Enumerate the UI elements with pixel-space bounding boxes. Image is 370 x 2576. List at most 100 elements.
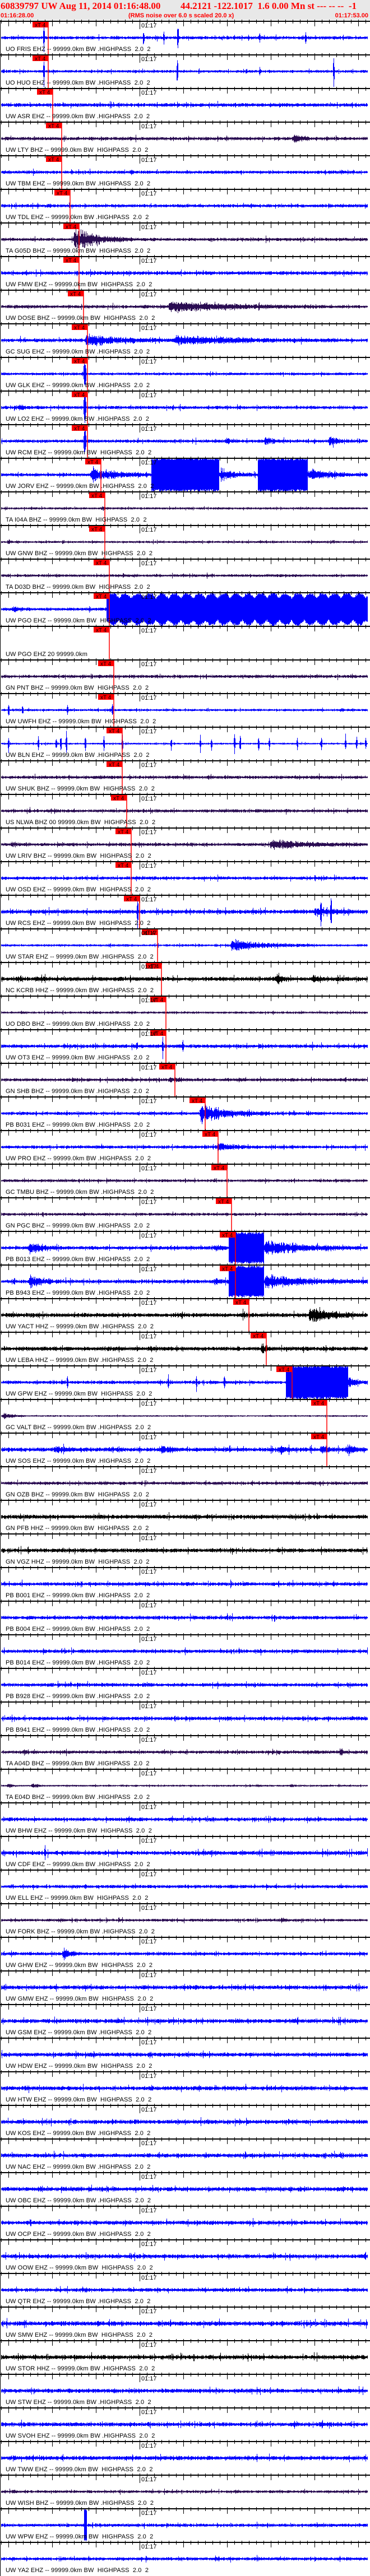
channel-label: TA G05D BHZ -- 99999.0km BW HIGHPASS 2.0… [6,248,151,254]
time-tick-label: 01:17 [141,1703,157,1710]
time-tick-label: 01:17 [141,1938,157,1945]
window-start-time: 01:16:28.00 [1,12,34,19]
waveform [1,1413,368,1419]
trace-row: xT 4 01:17 UO DBO BHZ -- 99999.0km BW .HIG… [0,994,370,1029]
time-tick-label: 01:17 [141,459,157,466]
trace-row: xT 4 01:17 GC VALT BHZ -- 99999.0km BW .HI… [0,1398,370,1433]
phase-pick-label: xT 4 [214,1165,225,1171]
time-tick-label: 01:17 [141,997,157,1004]
trace-row: 01:17 UW ELL EHZ -- 99999.0km BW HIGHPASS… [0,1868,370,1903]
waveform [1,2217,368,2227]
phase-pick-marker[interactable]: xT 4 [94,627,110,659]
trace-row: 01:17 GN PFB HHZ -- 99999.0km BW HIGHPASS… [0,1499,370,1533]
channel-label: US NLWA BHZ 00 99999.0km BW HIGHPASS 2.0… [6,819,156,826]
time-tick-label: 01:17 [141,2140,157,2147]
waveform [1,1647,368,1656]
time-tick-label: 01:17 [141,527,157,533]
waveform [1,2352,368,2362]
trace-row: xT 4 01:17 GC TMBU BHZ -- 99999.0km BW .HI… [0,1163,370,1197]
trace-row: 01:17 UW OCP EHZ -- 99999.0km BW .HIGHPAS… [0,2205,370,2239]
channel-label: TA D03D BHZ -- 99999.0km BW HIGHPASS 2.0… [6,584,150,590]
time-tick-label: 01:17 [141,964,157,970]
waveform [1,2420,368,2429]
waveform [1,1680,368,1689]
trace-row: xT 4 01:17 PB B013 EHZ -- 99999.0km BW .HI… [0,1230,370,1264]
waveform [1,101,368,109]
waveform [1,269,368,277]
event-title: 60839797 UW Aug 11, 2014 01:16:48.00 [1,1,161,11]
channel-label: PB B004 EHZ -- 99999.0km BW .HIGHPASS 2.… [6,1626,150,1633]
trace-row: 01:17 TA E04D BHZ -- 99999.0km BW .HIGHPA… [0,1768,370,1802]
trace-row: xT 4 01:17 UW SHUK BHZ -- 99999.0km BW HIG… [0,759,370,794]
trace-row: 01:17 UW STW EHZ -- 99999.0km BW .HIGHPAS… [0,2373,370,2407]
trace-row: 01:17 UW WPW EHZ -- 99999.0km BW HIGHPASS… [0,2507,370,2542]
phase-pick-label: xT 4 [109,762,120,768]
channel-label: UW LEBA HHZ -- 99999.0km BW .HIGHPASS 2.… [6,1357,154,1364]
trace-row: xT 4 01:17 GC SUG EHZ -- 99999.0km BW .HIG… [0,322,370,357]
time-tick-label: 01:17 [141,762,157,769]
waveform [1,1444,368,1456]
channel-label: UW FMW EHZ -- 99999.0km BW HIGHPASS 2.0 … [6,281,152,288]
time-tick-label: 01:17 [141,2308,157,2315]
waveform [1,1917,368,1924]
channel-label: GC TMBU BHZ -- 99999.0km BW .HIGHPASS 2.… [6,1189,154,1196]
time-tick-label: 01:17 [141,2510,157,2517]
channel-label: UW TDL EHZ -- 99999.0km BW .HIGHPASS 2.0… [6,214,149,221]
channel-label: PB B013 EHZ -- 99999.0km BW .HIGHPASS 2.… [6,1256,150,1263]
channel-label: UW SHUK BHZ -- 99999.0km BW HIGHPASS 2.0… [6,785,155,792]
waveform [1,2318,368,2329]
channel-label: GN OZB BHZ -- 99999.0km BW HIGHPASS 2.0 … [6,1491,150,1498]
time-tick-label: 01:17 [141,1905,157,1912]
trace-row: xT 4 01:17 PB B943 EHZ -- 99999.0km BW .HI… [0,1263,370,1298]
trace-row: xT 4 01:17 UW JORV EHZ -- 99999.0km BW .HI… [0,457,370,491]
time-tick-label: 01:17 [141,392,157,399]
trace-row: xT 4 01:17 UW LTY BHZ -- 99999.0km BW HIGH… [0,120,370,155]
waveform [1,1143,368,1151]
waveform [1,1512,368,1522]
channel-label: UW GLK EHZ -- 99999.0km BW .HIGHPASS 2.0… [6,382,150,389]
phase-pick-label: xT 4 [218,1199,229,1205]
waveform [1,2252,368,2261]
channel-label: UW PGO EHZ 20 99999.0km [6,651,87,658]
waveform [1,301,368,314]
waveform [1,333,368,346]
phase-pick-label: xT 4 [109,728,120,734]
waveform [1,1211,368,1217]
trace-row: xT 4 01:17 US NLWA BHZ 00 99999.0km BW HIG… [0,793,370,827]
time-tick-label: 01:17 [141,2342,157,2349]
phase-pick-label: xT 4 [35,22,46,29]
phase-pick-label: xT 4 [313,1401,325,1407]
time-tick-label: 01:17 [141,2174,157,2180]
phase-pick-label: xT 4 [118,829,129,835]
phase-pick-label: xT 4 [253,1333,264,1340]
phase-pick-label: xT 4 [48,123,59,129]
trace-row: 01:17 UW GMW EHZ -- 99999.0km BW HIGHPASS… [0,1969,370,2004]
channel-label: UW GSM EHZ -- 99999.0km BW .HIGHPASS 2.0… [6,2029,152,2036]
channel-label: UW BHW EHZ -- 99999.0km BW HIGHPASS 2.0 … [6,1828,152,1834]
trace-row: 01:17 UW OOW EHZ -- 99999.0km BW HIGHPASS… [0,2238,370,2273]
trace-row: xT 4 01:17 UW DOSE BHZ -- 99999.0km BW HIG… [0,289,370,323]
phase-pick-label: xT 4 [313,1434,325,1440]
time-tick-label: 01:17 [141,1266,157,1273]
time-tick-label: 01:17 [141,291,157,298]
time-tick-label: 01:17 [141,1636,157,1643]
time-tick-label: 01:17 [141,2039,157,2046]
trace-row: xT 4 01:17 NC KCRB HHZ -- 99999.0km BW .HI… [0,961,370,996]
channel-label: UO HUO EHZ -- 99999.0km BW .HIGHPASS 2.0… [6,80,150,86]
time-tick-label: 01:17 [141,1199,157,1206]
time-tick-label: 01:17 [141,493,157,500]
time-tick-label: 01:17 [141,695,157,701]
time-tick-label: 01:17 [141,661,157,668]
waveform [1,202,368,210]
channel-label: UW STW EHZ -- 99999.0km BW .HIGHPASS 2.0… [6,2399,151,2406]
channel-label: GN PGC BHZ -- 99999.0km BW .HIGHPASS 2.0… [6,1222,150,1229]
channel-label: PB B031 EHZ -- 99999.0km BW .HIGHPASS 2.… [6,1122,150,1128]
trace-row: 01:17 PB B941 EHZ -- 99999.0km BW .HIGHPA… [0,1700,370,1735]
channel-label: GC SUG EHZ -- 99999.0km BW .HIGHPASS 2.0… [6,348,150,355]
phase-pick-label: xT 4 [35,56,46,62]
phase-pick-label: xT 4 [48,157,59,163]
channel-label: UW LO2 EHZ -- 99999.0km BW .HIGHPASS 2.0… [6,416,150,422]
time-tick-label: 01:17 [141,2241,157,2248]
trace-row: xT 4 01:17 UO HUO EHZ -- 99999.0km BW .HIG… [0,53,370,88]
trace-row: xT 4 01:17 UW TDL EHZ -- 99999.0km BW .HIG… [0,188,370,222]
